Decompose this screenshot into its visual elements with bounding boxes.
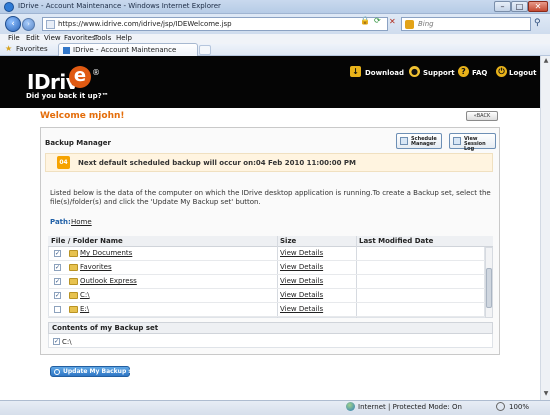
- status-bar: [0, 400, 550, 415]
- calendar-icon: 04: [57, 156, 70, 169]
- view-details-link[interactable]: View Details: [280, 263, 323, 271]
- support-link[interactable]: Support: [423, 69, 455, 77]
- backup-set-checkbox[interactable]: ✓: [53, 338, 60, 345]
- star-icon[interactable]: ★: [5, 44, 12, 53]
- path-home-link[interactable]: Home: [71, 218, 92, 226]
- zoom-icon[interactable]: [496, 402, 505, 411]
- folder-icon: [69, 278, 78, 285]
- menu-file[interactable]: File: [8, 34, 20, 42]
- backup-set-item: C:\: [62, 338, 72, 346]
- back-button[interactable]: «BACK: [466, 111, 498, 121]
- view-session-log-button[interactable]: View Session Log: [449, 133, 496, 152]
- menu-view[interactable]: View: [44, 34, 61, 42]
- backup-set-title: Contents of my Backup set: [52, 324, 159, 332]
- row-checkbox-outlook-express[interactable]: ✓: [54, 278, 61, 285]
- search-placeholder: Bing: [418, 20, 434, 28]
- refresh-icon: [54, 369, 60, 375]
- ie-icon: [4, 2, 14, 12]
- address-row: ‹ › https://www.idrive.com/idrive/jsp/ID…: [0, 14, 550, 34]
- update-backup-set-label: Update My Backup set: [63, 368, 139, 375]
- zoom-level[interactable]: 100%: [509, 403, 529, 411]
- folder-name-link[interactable]: My Documents: [80, 249, 132, 257]
- view-details-link[interactable]: View Details: [280, 277, 323, 285]
- faq-link[interactable]: FAQ: [472, 69, 487, 77]
- menu-tools[interactable]: Tools: [94, 34, 111, 42]
- view-details-link[interactable]: View Details: [280, 291, 323, 299]
- download-link[interactable]: Download: [365, 69, 404, 77]
- minimize-button[interactable]: –: [494, 1, 511, 12]
- path-label: Path:: [50, 218, 71, 226]
- table-row: [48, 303, 485, 317]
- globe-icon: [346, 402, 355, 411]
- scroll-up-icon[interactable]: ▲: [542, 57, 550, 65]
- table-row: [48, 289, 485, 303]
- folder-icon: [69, 292, 78, 299]
- view-details-link[interactable]: View Details: [280, 305, 323, 313]
- view-session-log-label: View Session Log: [464, 136, 486, 152]
- browser-forward-button[interactable]: ›: [22, 18, 35, 31]
- window-titlebar: IDrive - Account Maintenance - Windows I…: [0, 0, 550, 14]
- schedule-notice-text: Next default scheduled backup will occur…: [78, 159, 357, 167]
- close-window-button[interactable]: ✕: [528, 1, 548, 12]
- table-row: [48, 261, 485, 275]
- search-icon[interactable]: ⚲: [534, 18, 546, 30]
- logo-registered-mark: ®: [92, 68, 100, 77]
- update-backup-set-button[interactable]: Update My Backup set: [50, 366, 139, 377]
- folder-icon: [69, 264, 78, 271]
- column-file-name[interactable]: File / Folder Name: [51, 237, 123, 245]
- tab-icon: [63, 47, 70, 54]
- page-icon: [46, 20, 55, 29]
- maximize-button[interactable]: □: [511, 1, 528, 12]
- folder-name-link[interactable]: Outlook Express: [80, 277, 137, 285]
- address-url: https://www.idrive.com/idrive/jsp/IDEWel…: [58, 20, 232, 28]
- download-icon[interactable]: ↓: [350, 66, 361, 77]
- page-scrollbar[interactable]: ▲ ▼: [540, 56, 550, 400]
- browser-back-button[interactable]: ‹: [5, 16, 21, 32]
- lock-icon[interactable]: 🔒: [360, 16, 370, 25]
- logo-e[interactable]: e: [69, 66, 91, 88]
- stop-icon[interactable]: ✕: [389, 17, 396, 26]
- row-checkbox-c-drive[interactable]: ✓: [54, 292, 61, 299]
- browser-tab[interactable]: IDrive - Account Maintenance: [58, 43, 198, 56]
- scroll-down-icon[interactable]: ▼: [542, 390, 550, 398]
- folder-icon: [69, 250, 78, 257]
- row-checkbox-my-documents[interactable]: ✓: [54, 250, 61, 257]
- folder-name-link[interactable]: C:\: [80, 291, 90, 299]
- tab-title: IDrive - Account Maintenance: [73, 46, 177, 54]
- instructions-text: Listed below is the data of the computer…: [50, 189, 491, 206]
- security-zone[interactable]: Internet | Protected Mode: On: [358, 403, 462, 411]
- new-tab-button[interactable]: [199, 45, 211, 55]
- schedule-icon: [400, 137, 408, 145]
- session-log-icon: [453, 137, 461, 145]
- logout-icon[interactable]: ⏻: [496, 66, 507, 77]
- support-icon[interactable]: ●: [409, 66, 420, 77]
- backup-set-list: [48, 334, 493, 348]
- favorites-button[interactable]: Favorites: [16, 45, 48, 53]
- search-input[interactable]: Bing: [401, 17, 531, 31]
- refresh-icon[interactable]: ⟳: [374, 16, 381, 25]
- menu-help[interactable]: Help: [116, 34, 132, 42]
- logout-link[interactable]: Logout: [509, 69, 536, 77]
- table-scroll-thumb[interactable]: [486, 268, 492, 308]
- tagline: Did you back it up?™: [26, 92, 109, 100]
- row-checkbox-e-drive[interactable]: [54, 306, 61, 313]
- folder-name-link[interactable]: Favorites: [80, 263, 112, 271]
- row-checkbox-favorites[interactable]: ✓: [54, 264, 61, 271]
- folder-icon: [69, 306, 78, 313]
- schedule-manager-label: Schedule Manager: [411, 136, 437, 147]
- menu-edit[interactable]: Edit: [26, 34, 40, 42]
- folder-name-link[interactable]: E:\: [80, 305, 89, 313]
- column-size[interactable]: Size: [280, 237, 296, 245]
- menu-favorites[interactable]: Favorites: [64, 34, 96, 42]
- schedule-manager-button[interactable]: Schedule Manager: [396, 133, 442, 149]
- faq-icon[interactable]: ?: [458, 66, 469, 77]
- welcome-heading: Welcome mjohn!: [40, 111, 125, 121]
- bing-icon: [405, 20, 414, 29]
- column-last-modified[interactable]: Last Modified Date: [359, 237, 433, 245]
- panel-title: Backup Manager: [45, 139, 111, 147]
- view-details-link[interactable]: View Details: [280, 249, 323, 257]
- address-bar[interactable]: https://www.idrive.com/idrive/jsp/IDEWel…: [42, 17, 388, 31]
- window-title: IDrive - Account Maintenance - Windows I…: [18, 2, 221, 10]
